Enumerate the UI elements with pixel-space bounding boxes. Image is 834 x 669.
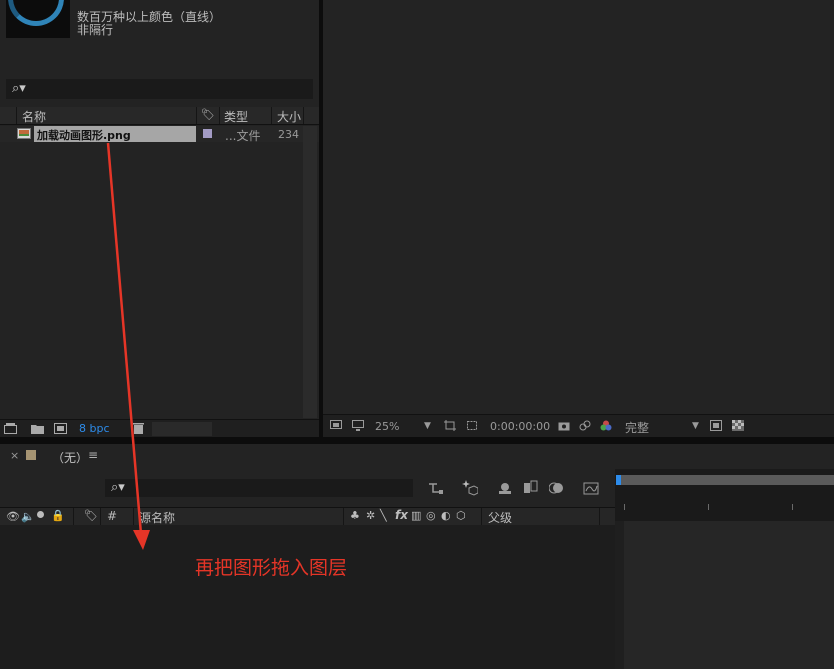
graph-editor-icon[interactable] [583, 480, 599, 496]
3d-layer-icon[interactable]: ⬡ [456, 509, 466, 522]
footage-thumbnail [6, 0, 70, 38]
project-scrollbar[interactable] [303, 126, 317, 418]
timeline-tab-title[interactable]: （无） [52, 449, 88, 466]
eye-icon[interactable]: 👁 [6, 510, 20, 523]
label-color-swatch[interactable] [203, 129, 212, 138]
comp-flowchart-icon[interactable] [428, 480, 444, 496]
column-type[interactable]: 类型 [224, 108, 248, 125]
transparency-grid-icon[interactable] [466, 420, 478, 431]
shy-switch-icon[interactable]: ♣ [350, 509, 360, 522]
panel-menu-icon[interactable]: ≡ [88, 448, 98, 462]
label-tag-icon[interactable]: 🏷 [84, 509, 98, 522]
trash-icon[interactable] [132, 423, 145, 434]
project-column-header: 名称 🏷 类型 大小 [0, 107, 319, 125]
camera-snapshot-icon[interactable] [558, 420, 570, 431]
effects-switch-icon[interactable]: fx [395, 508, 408, 522]
column-layer-number[interactable]: # [107, 509, 117, 523]
ruler-tick [792, 504, 793, 510]
footage-info-field: 非隔行 [77, 23, 114, 37]
timeline-layer-area[interactable] [0, 525, 615, 669]
new-folder-icon[interactable] [31, 423, 44, 434]
timeline-search-input[interactable]: ⌕▾ [105, 479, 413, 497]
work-area-bar[interactable] [617, 475, 834, 485]
resolution-dropdown[interactable]: 完整 [625, 419, 649, 436]
adjustment-layer-icon[interactable]: ◐ [441, 509, 451, 522]
collapse-switch-icon[interactable]: ✲ [366, 509, 375, 522]
project-panel [0, 0, 319, 437]
close-icon[interactable]: × [10, 449, 19, 462]
comp-color-swatch [26, 450, 36, 460]
search-icon: ⌕▾ [12, 81, 26, 96]
ruler-tick [624, 504, 625, 510]
item-name-cell: 加载动画图形.png [34, 126, 196, 142]
quality-switch-icon[interactable]: ╲ [380, 509, 387, 522]
motion-blur-icon[interactable] [549, 480, 565, 496]
composition-viewer[interactable] [323, 0, 834, 414]
lock-icon[interactable]: 🔒 [51, 509, 65, 522]
project-item-row[interactable]: 加载动画图形.png ...文件 234 k [0, 126, 319, 143]
chevron-down-icon[interactable]: ▼ [424, 421, 431, 431]
always-preview-icon[interactable] [330, 420, 342, 431]
search-icon: ⌕▾ [111, 480, 125, 495]
solo-icon[interactable] [37, 511, 44, 518]
annotation-text: 再把图形拖入图层 [195, 557, 348, 579]
project-search-input[interactable]: ⌕▾ [6, 79, 313, 99]
draft-3d-icon[interactable] [462, 480, 478, 496]
column-name[interactable]: 名称 [22, 108, 46, 125]
motion-blur-switch-icon[interactable]: ◎ [426, 509, 436, 522]
current-time-display[interactable]: 0:00:00:00 [490, 420, 550, 433]
timeline-track-area[interactable] [615, 521, 834, 669]
color-channels-icon[interactable] [600, 420, 612, 431]
track-area-edge [615, 521, 624, 669]
project-bottom-toolbar: 8 bpc [0, 419, 319, 438]
fast-previews-icon[interactable] [710, 420, 722, 431]
timeline-column-header: 👁 🔈 🔒 🏷 # 源名称 ♣ ✲ ╲ fx ▥ ◎ ◐ ⬡ 父级 [0, 507, 615, 526]
column-size[interactable]: 大小 [277, 108, 301, 125]
region-of-interest-icon[interactable] [444, 420, 456, 431]
monitor-icon[interactable] [352, 420, 364, 431]
image-file-icon [17, 128, 31, 139]
panel-divider-horizontal[interactable] [0, 437, 834, 444]
thumbnail-slider[interactable] [152, 422, 212, 436]
item-type: ...文件 [225, 129, 261, 143]
shy-layers-icon[interactable] [497, 480, 513, 496]
frame-blend-switch-icon[interactable]: ▥ [411, 509, 421, 522]
zoom-level-dropdown[interactable]: 25% [375, 420, 399, 433]
show-snapshot-icon[interactable] [579, 420, 591, 431]
interpret-footage-icon[interactable] [4, 423, 17, 434]
label-tag-icon[interactable]: 🏷 [201, 108, 215, 121]
checkerboard-icon[interactable] [732, 420, 744, 431]
current-time-indicator[interactable] [616, 475, 621, 485]
column-parent[interactable]: 父级 [488, 509, 512, 526]
column-source-name[interactable]: 源名称 [139, 509, 175, 526]
audio-icon[interactable]: 🔈 [21, 510, 35, 523]
bit-depth-button[interactable]: 8 bpc [79, 422, 110, 435]
timeline-tab-bar: × （无） ≡ [0, 444, 834, 469]
viewer-toolbar: 25% ▼ 0:00:00:00 完整 ▼ [323, 414, 834, 439]
ruler-tick [708, 504, 709, 510]
frame-blending-icon[interactable] [523, 480, 539, 496]
item-name: 加载动画图形.png [37, 129, 131, 142]
chevron-down-icon[interactable]: ▼ [692, 421, 699, 431]
new-composition-icon[interactable] [54, 423, 67, 434]
